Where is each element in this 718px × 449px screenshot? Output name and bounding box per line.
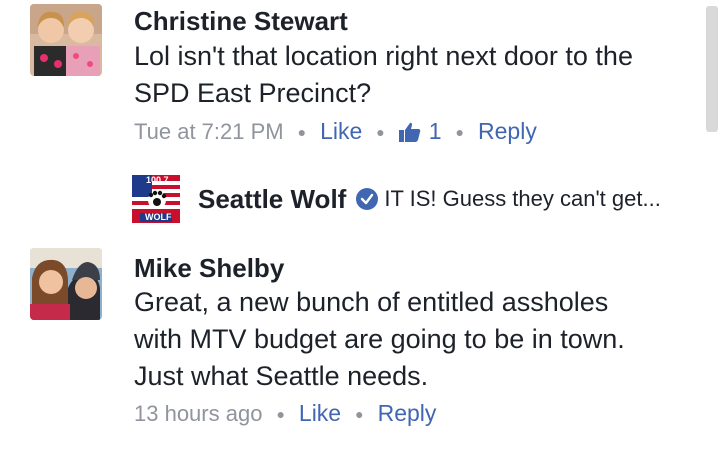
separator-dot: ● bbox=[376, 123, 385, 140]
like-button[interactable]: Like bbox=[299, 400, 341, 427]
verified-badge-icon bbox=[356, 188, 379, 210]
comment-author-name[interactable]: Mike Shelby bbox=[134, 253, 284, 284]
reply-button[interactable]: Reply bbox=[478, 118, 537, 145]
seattle-wolf-logo: 100.7 WOLF bbox=[132, 175, 180, 223]
avatar[interactable] bbox=[30, 4, 102, 76]
comment-text: Great, a new bunch of entitled assholes … bbox=[134, 284, 625, 395]
reply-button[interactable]: Reply bbox=[378, 400, 437, 427]
separator-dot: ● bbox=[355, 405, 364, 422]
reply-preview-text: IT IS! Guess they can't get... bbox=[384, 186, 661, 211]
comment-text-line: SPD East Precinct? bbox=[134, 78, 372, 108]
comment-meta: Tue at 7:21 PM ● Like ● 1 ● Reply bbox=[134, 118, 537, 145]
like-button[interactable]: Like bbox=[320, 118, 362, 145]
comment-text-line: with MTV budget are going to be in town. bbox=[134, 324, 625, 354]
like-count-value: 1 bbox=[428, 118, 442, 144]
comment-meta: 13 hours ago ● Like ● Reply bbox=[134, 400, 436, 427]
reply-author-name[interactable]: Seattle Wolf bbox=[198, 184, 346, 215]
avatar[interactable] bbox=[30, 248, 102, 320]
logo-bottom-text: WOLF bbox=[145, 212, 172, 222]
reply-preview[interactable]: 100.7 WOLF Seattle Wolf IT IS! Guess the… bbox=[132, 174, 661, 224]
comment-text-line: Great, a new bunch of entitled assholes bbox=[134, 287, 609, 317]
like-count[interactable]: 1 bbox=[398, 118, 442, 145]
comment-text-line: Lol isn't that location right next door … bbox=[134, 41, 633, 71]
separator-dot: ● bbox=[276, 405, 285, 422]
separator-dot: ● bbox=[297, 123, 307, 140]
comment-text: Lol isn't that location right next door … bbox=[134, 38, 633, 112]
separator-dot: ● bbox=[455, 123, 465, 140]
comment-author-name[interactable]: Christine Stewart bbox=[134, 6, 348, 37]
comment-timestamp[interactable]: Tue at 7:21 PM bbox=[134, 119, 284, 145]
scrollbar[interactable] bbox=[706, 6, 718, 132]
comment-timestamp[interactable]: 13 hours ago bbox=[134, 401, 262, 427]
logo-top-text: 100.7 bbox=[146, 175, 169, 185]
thumbs-up-icon bbox=[398, 122, 421, 142]
comment-text-line: Just what Seattle needs. bbox=[134, 361, 429, 391]
